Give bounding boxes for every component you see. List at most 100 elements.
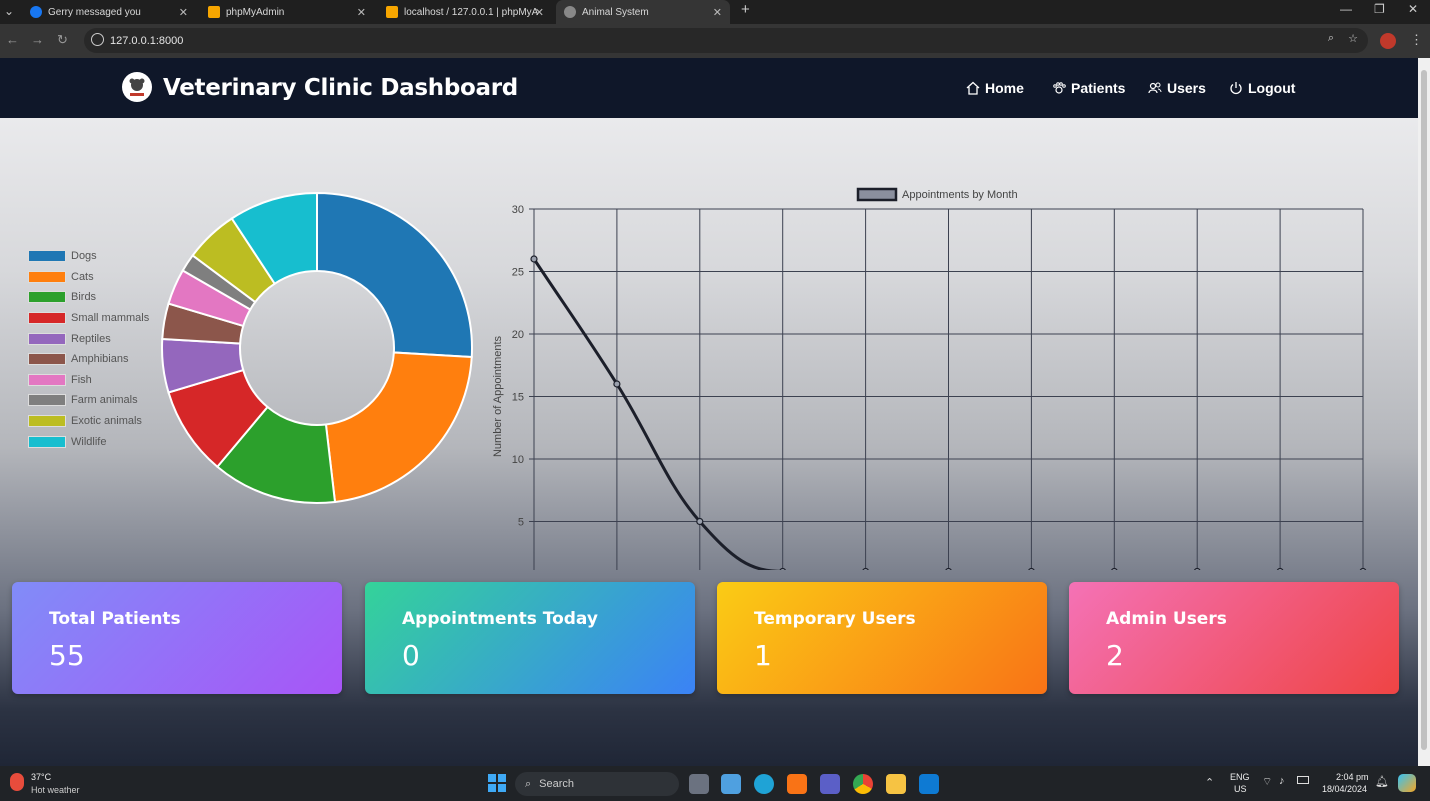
stat-card-title: Admin Users [1106,609,1227,629]
copilot-icon[interactable] [1398,774,1416,792]
legend-item[interactable]: Small mammals [28,308,149,329]
close-tab-icon[interactable]: ✕ [179,6,188,19]
address-bar[interactable]: 127.0.0.1:8000 ⌕ ☆ [84,28,1368,53]
nav-label: Logout [1248,80,1296,96]
clock-time[interactable]: 2:04 pm [1336,772,1369,782]
task-view-icon[interactable] [689,774,709,794]
edge-icon[interactable] [754,774,774,794]
facebook-icon [30,6,42,18]
chrome-icon[interactable] [853,774,873,794]
browser-tab-localhost[interactable]: localhost / 127.0.0.1 | phpMyA ✕ [378,0,552,24]
chevron-up-icon[interactable]: ⌃ [1205,776,1214,789]
data-point-may[interactable] [779,567,786,571]
nav-label: Users [1167,80,1206,96]
notifications-icon[interactable]: 🔔︎ [1375,775,1389,788]
close-tab-icon[interactable]: ✕ [357,6,366,19]
wifi-icon[interactable]: ⌔ [1262,775,1272,789]
stat-card-appointments-today: Appointments Today 0 [365,582,695,694]
file-explorer-icon[interactable] [886,774,906,794]
legend-item[interactable]: Wildlife [28,431,149,452]
scrollbar-thumb[interactable] [1421,70,1427,750]
donut-slice-dogs[interactable] [316,191,473,359]
line-legend-label[interactable]: Appointments by Month [902,189,1018,201]
data-point-november[interactable] [1276,567,1284,571]
close-window-icon[interactable]: ✕ [1408,2,1418,16]
windows-start-icon[interactable] [488,774,506,792]
data-point-march[interactable] [613,380,621,388]
legend-item[interactable]: Dogs [28,246,149,267]
taskbar-search-box[interactable]: ⌕ Search [515,772,679,796]
close-tab-icon[interactable]: ✕ [535,6,544,19]
data-point-june[interactable] [862,567,869,571]
legend-item[interactable]: Amphibians [28,349,149,370]
dashboard-page: Veterinary Clinic Dashboard Home Patient… [0,58,1418,766]
browser-tab-phpmyadmin[interactable]: phpMyAdmin ✕ [200,0,374,24]
teams-icon[interactable] [820,774,840,794]
nav-patients[interactable]: Patients [1052,80,1125,96]
paw-icon [1053,82,1066,94]
legend-label: Cats [71,270,94,283]
y-tick-label: 5 [518,517,524,529]
forward-icon[interactable]: → [31,32,44,47]
data-point-july[interactable] [945,567,952,571]
volume-icon[interactable]: ♪ [1279,775,1285,787]
legend-swatch [28,394,66,407]
tab-search-icon[interactable]: ⌄ [4,4,14,18]
nav-users[interactable]: Users [1148,80,1206,96]
legend-swatch [28,373,66,386]
data-point-february[interactable] [530,255,538,263]
data-point-september[interactable] [1111,567,1118,571]
store-icon[interactable] [721,774,741,794]
legend-item[interactable]: Reptiles [28,328,149,349]
page-title: Veterinary Clinic Dashboard [163,75,518,101]
donut-slice-cats[interactable] [324,351,473,504]
clock-date[interactable]: 18/04/2024 [1322,784,1367,794]
legend-item[interactable]: Farm animals [28,390,149,411]
browser-tab-strip: ⌄ Gerry messaged you ✕ phpMyAdmin ✕ loca… [0,0,1430,24]
new-tab-button[interactable]: + [741,1,750,18]
legend-item[interactable]: Cats [28,267,149,288]
tab-label: Gerry messaged you [48,6,141,18]
legend-swatch [28,353,66,366]
region-indicator[interactable]: US [1234,784,1247,794]
phpmyadmin-icon [208,6,220,18]
site-info-icon[interactable] [91,33,104,46]
browser-menu-icon[interactable]: ⋮ [1410,32,1423,48]
data-point-october[interactable] [1193,567,1201,571]
profile-avatar[interactable] [1380,33,1396,49]
restore-icon[interactable]: ❐ [1374,2,1385,16]
stat-card-value: 1 [754,639,772,672]
y-tick-label: 15 [512,392,524,404]
minimize-icon[interactable]: — [1340,2,1352,16]
weather-icon[interactable] [10,773,24,791]
line-legend-swatch[interactable] [856,187,898,202]
close-tab-icon[interactable]: ✕ [713,6,722,19]
legend-label: Exotic animals [71,415,142,428]
globe-icon [564,6,576,18]
page-scrollbar[interactable] [1418,58,1430,766]
legend-item[interactable]: Birds [28,287,149,308]
language-indicator[interactable]: ENG [1230,772,1250,782]
legend-item[interactable]: Fish [28,370,149,391]
browser-tab-animal-system[interactable]: Animal System ✕ [556,0,730,24]
reload-icon[interactable]: ↻ [57,32,68,48]
phpmyadmin-icon [386,6,398,18]
legend-item[interactable]: Exotic animals [28,411,149,432]
clinic-logo[interactable] [122,72,152,102]
legend-label: Amphibians [71,353,129,366]
back-icon[interactable]: ← [6,32,19,47]
data-point-august[interactable] [1028,567,1035,571]
nav-logout[interactable]: Logout [1229,80,1295,96]
xampp-icon[interactable] [787,774,807,794]
nav-label: Home [985,80,1024,96]
browser-tab-facebook[interactable]: Gerry messaged you ✕ [22,0,196,24]
data-point-december[interactable] [1359,567,1367,571]
nav-home[interactable]: Home [966,80,1024,96]
battery-icon[interactable] [1297,776,1309,784]
vscode-icon[interactable] [919,774,939,794]
zoom-icon[interactable]: ⌕ [1328,32,1334,45]
bookmark-star-icon[interactable]: ☆ [1348,32,1358,45]
legend-swatch [28,250,66,263]
data-point-april[interactable] [696,517,704,526]
species-donut-chart [161,191,473,504]
